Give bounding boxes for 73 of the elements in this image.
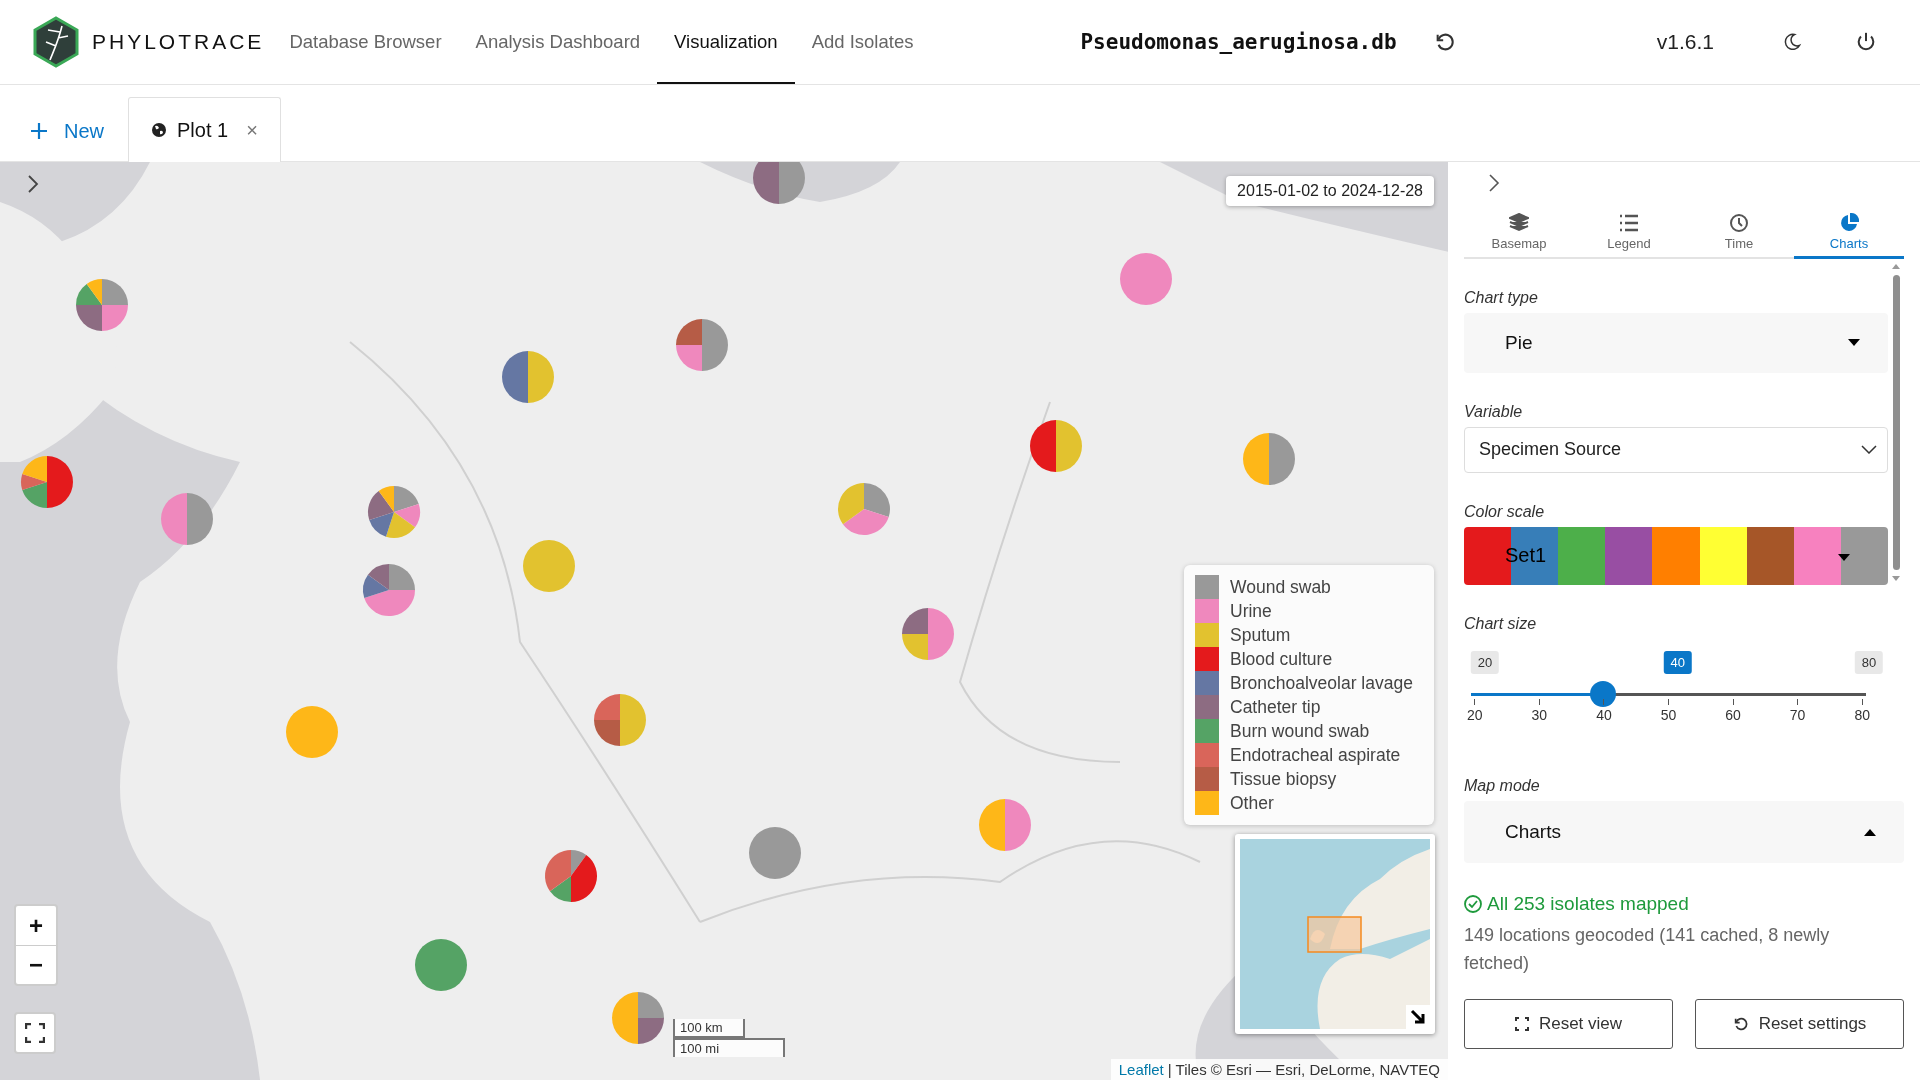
logo-icon	[32, 16, 80, 68]
plus-icon	[30, 122, 48, 140]
caret-icon	[1864, 828, 1876, 836]
leaflet-link[interactable]: Leaflet	[1118, 1061, 1164, 1078]
nav-link[interactable]: Add Isolates	[794, 2, 931, 84]
variable-select[interactable]: Specimen Source	[1464, 426, 1888, 474]
legend-label: Burn wound swab	[1230, 720, 1370, 742]
geocode-summary: 149 locations geocoded (141 cached, 8 newly fetched)	[1464, 924, 1831, 975]
legend-label: Catheter tip	[1230, 696, 1321, 718]
database-name: Pseudomonas_aeruginosa.db	[1080, 30, 1397, 54]
slider-max-label: 80	[1854, 650, 1884, 674]
tick-label: 80	[1854, 698, 1870, 723]
caret-icon	[1838, 554, 1850, 562]
status-message: All 253 isolates mapped	[1487, 893, 1689, 915]
chevron-down-icon	[1861, 445, 1877, 455]
pie-chart-icon	[1839, 213, 1859, 233]
attribution-text: | Tiles © Esri — Esri, DeLorme, NAVTEQ	[1167, 1061, 1440, 1078]
chart-type-select[interactable]: Pie	[1464, 313, 1888, 373]
new-plot-button[interactable]: New	[30, 105, 128, 157]
nav-link[interactable]: Analysis Dashboard	[458, 2, 658, 84]
panel-tab[interactable]: Time	[1684, 213, 1794, 259]
nav-link[interactable]: Database Browser	[272, 2, 459, 84]
clock-icon	[1729, 213, 1749, 233]
reset-settings-button[interactable]: Reset settings	[1695, 999, 1904, 1049]
list-icon	[1619, 213, 1639, 233]
map-mode-select[interactable]: Charts	[1464, 801, 1904, 863]
scale-bar: 100 mi	[673, 1038, 785, 1057]
tick-label: 60	[1725, 698, 1741, 723]
brand-name: PHYLOTRACE	[92, 30, 265, 54]
panel-tab[interactable]: Charts	[1794, 213, 1904, 259]
field-label: Variable	[1464, 402, 1524, 421]
legend-label: Urine	[1230, 600, 1272, 622]
check-circle-icon	[1464, 895, 1482, 913]
globe-icon	[151, 122, 167, 138]
zoom-out-button[interactable]: −	[16, 945, 56, 984]
field-label: Map mode	[1464, 777, 1541, 795]
legend-label: Endotracheal aspirate	[1230, 744, 1401, 766]
panel-tab[interactable]: Basemap	[1464, 213, 1574, 259]
tick-label: 30	[1531, 698, 1548, 723]
scale-bar: 100 km	[673, 1019, 745, 1038]
close-tab-button[interactable]: ×	[246, 118, 258, 142]
scrollbar-thumb[interactable]	[1892, 275, 1900, 570]
slider-value-label: 40	[1663, 650, 1693, 674]
caret-icon	[1848, 339, 1860, 347]
slider-min-label: 20	[1470, 650, 1500, 674]
tick-label: 50	[1660, 698, 1677, 723]
fullscreen-button[interactable]	[14, 1012, 56, 1054]
plot-tab[interactable]: Plot 1 ×	[128, 97, 281, 162]
scroll-down-icon[interactable]	[1892, 576, 1900, 581]
legend-label: Other	[1230, 792, 1274, 814]
tick-label: 20	[1467, 698, 1483, 723]
zoom-in-button[interactable]: +	[16, 906, 56, 945]
tab-label: Plot 1	[177, 118, 229, 142]
layers-icon	[1509, 213, 1529, 233]
legend-label: Bronchoalveolar lavage	[1230, 672, 1413, 694]
date-range-label: 2015-01-02 to 2024-12-28	[1226, 176, 1434, 206]
fullscreen-icon	[25, 1023, 45, 1043]
reset-icon	[1732, 1016, 1749, 1032]
legend-label: Wound swab	[1230, 576, 1331, 598]
field-label: Chart type	[1464, 289, 1539, 307]
legend-label: Sputum	[1230, 624, 1291, 646]
tick-label: 70	[1789, 698, 1806, 723]
panel-tab[interactable]: Legend	[1574, 213, 1684, 259]
fullscreen-icon	[1514, 1017, 1529, 1031]
legend-label: Tissue biopsy	[1230, 768, 1337, 790]
tick-label: 40	[1596, 698, 1612, 723]
version-label: v1.6.1	[1656, 30, 1714, 54]
nav-link[interactable]: Visualization	[657, 2, 795, 84]
field-label: Color scale	[1464, 503, 1546, 522]
field-label: Chart size	[1464, 614, 1538, 633]
reset-view-button[interactable]: Reset view	[1464, 999, 1673, 1049]
legend-label: Blood culture	[1230, 648, 1333, 670]
scroll-up-icon[interactable]	[1892, 264, 1900, 269]
